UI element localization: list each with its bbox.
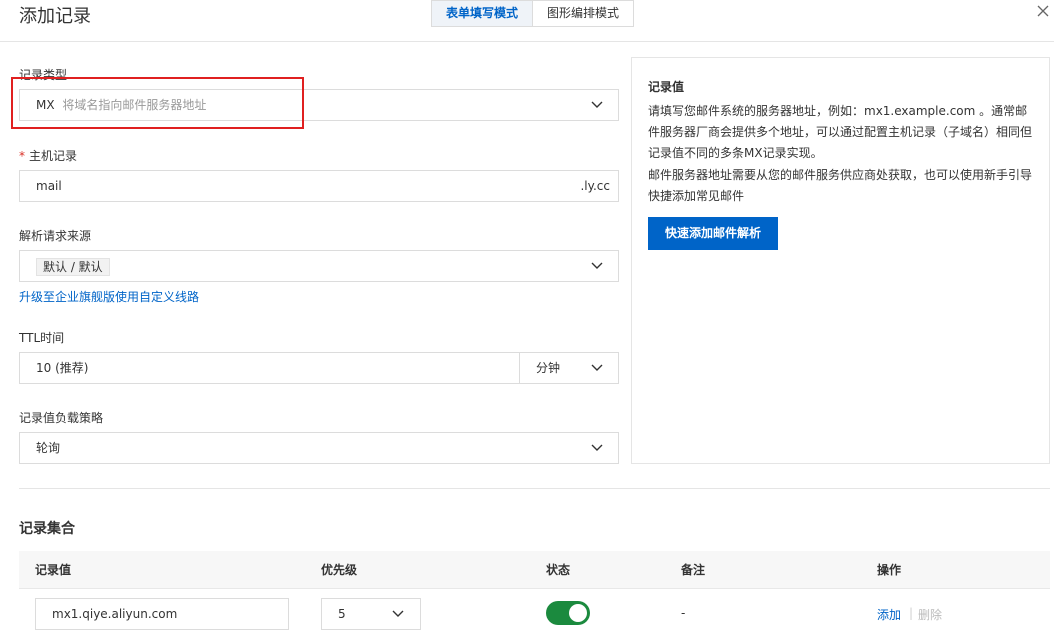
record-type-value: MX xyxy=(36,98,55,112)
chevron-down-icon xyxy=(591,262,603,269)
required-mark: * xyxy=(19,149,25,163)
records-table-header: 记录值 优先级 状态 备注 操作 xyxy=(19,551,1050,589)
tab-form-mode[interactable]: 表单填写模式 xyxy=(431,0,534,27)
strategy-select[interactable]: 轮询 xyxy=(19,432,619,464)
action-separator: | xyxy=(909,606,914,620)
chevron-down-icon xyxy=(591,444,603,451)
priority-select[interactable]: 5 xyxy=(321,598,421,630)
source-select[interactable]: 默认 / 默认 xyxy=(19,250,619,282)
mode-tabs: 表单填写模式 图形编排模式 xyxy=(431,0,635,27)
close-icon[interactable] xyxy=(1036,3,1050,17)
delete-record-link[interactable]: 删除 xyxy=(918,606,942,623)
domain-suffix: .ly.cc xyxy=(580,179,610,193)
source-tag: 默认 / 默认 xyxy=(36,258,110,276)
info-paragraph-1: 请填写您邮件系统的服务器地址，例如：mx1.example.com 。通常邮件服… xyxy=(648,104,1033,160)
record-value-input[interactable]: mx1.qiye.aliyun.com xyxy=(35,598,289,630)
dialog-title: 添加记录 xyxy=(19,6,91,27)
chevron-down-icon xyxy=(392,610,404,617)
chevron-down-icon xyxy=(591,101,603,108)
ttl-unit: 分钟 xyxy=(536,361,561,375)
info-paragraph-2: 邮件服务器地址需要从您的邮件服务供应商处获取，也可以使用新手引导快捷添加常见邮件 xyxy=(648,168,1033,203)
col-action: 操作 xyxy=(877,563,902,577)
record-type-label: 记录类型 xyxy=(19,68,68,82)
dialog-header: 添加记录 表单填写模式 图形编排模式 xyxy=(0,0,1054,42)
ttl-input[interactable]: 10 (推荐) xyxy=(19,352,520,384)
strategy-value: 轮询 xyxy=(36,441,61,455)
ttl-value: 10 (推荐) xyxy=(36,361,89,375)
toggle-knob xyxy=(569,604,587,622)
section-divider xyxy=(19,488,1050,489)
quick-add-mail-button[interactable]: 快速添加邮件解析 xyxy=(648,217,779,250)
ttl-unit-select[interactable]: 分钟 xyxy=(519,352,619,384)
col-status: 状态 xyxy=(546,563,571,577)
host-input[interactable]: mail .ly.cc xyxy=(19,170,619,202)
tab-graphic-mode[interactable]: 图形编排模式 xyxy=(533,0,635,27)
host-value: mail xyxy=(36,179,62,193)
records-title: 记录集合 xyxy=(19,521,75,537)
record-type-hint: 将域名指向邮件服务器地址 xyxy=(62,98,207,112)
record-type-select[interactable]: MX 将域名指向邮件服务器地址 xyxy=(19,89,619,121)
col-priority: 优先级 xyxy=(321,563,358,577)
info-title: 记录值 xyxy=(648,80,685,94)
chevron-down-icon xyxy=(591,364,603,371)
col-remark: 备注 xyxy=(681,563,706,577)
status-toggle[interactable] xyxy=(546,601,590,625)
strategy-label: 记录值负载策略 xyxy=(19,411,104,425)
host-label: * 主机记录 xyxy=(19,149,78,163)
info-panel: 记录值 请填写您邮件系统的服务器地址，例如：mx1.example.com 。通… xyxy=(631,57,1050,464)
upgrade-link[interactable]: 升级至企业旗舰版使用自定义线路 xyxy=(19,288,199,305)
source-label: 解析请求来源 xyxy=(19,229,92,243)
add-record-link[interactable]: 添加 xyxy=(877,606,901,623)
remark-value: - xyxy=(681,606,686,620)
ttl-label: TTL时间 xyxy=(19,331,65,345)
col-value: 记录值 xyxy=(35,563,72,577)
